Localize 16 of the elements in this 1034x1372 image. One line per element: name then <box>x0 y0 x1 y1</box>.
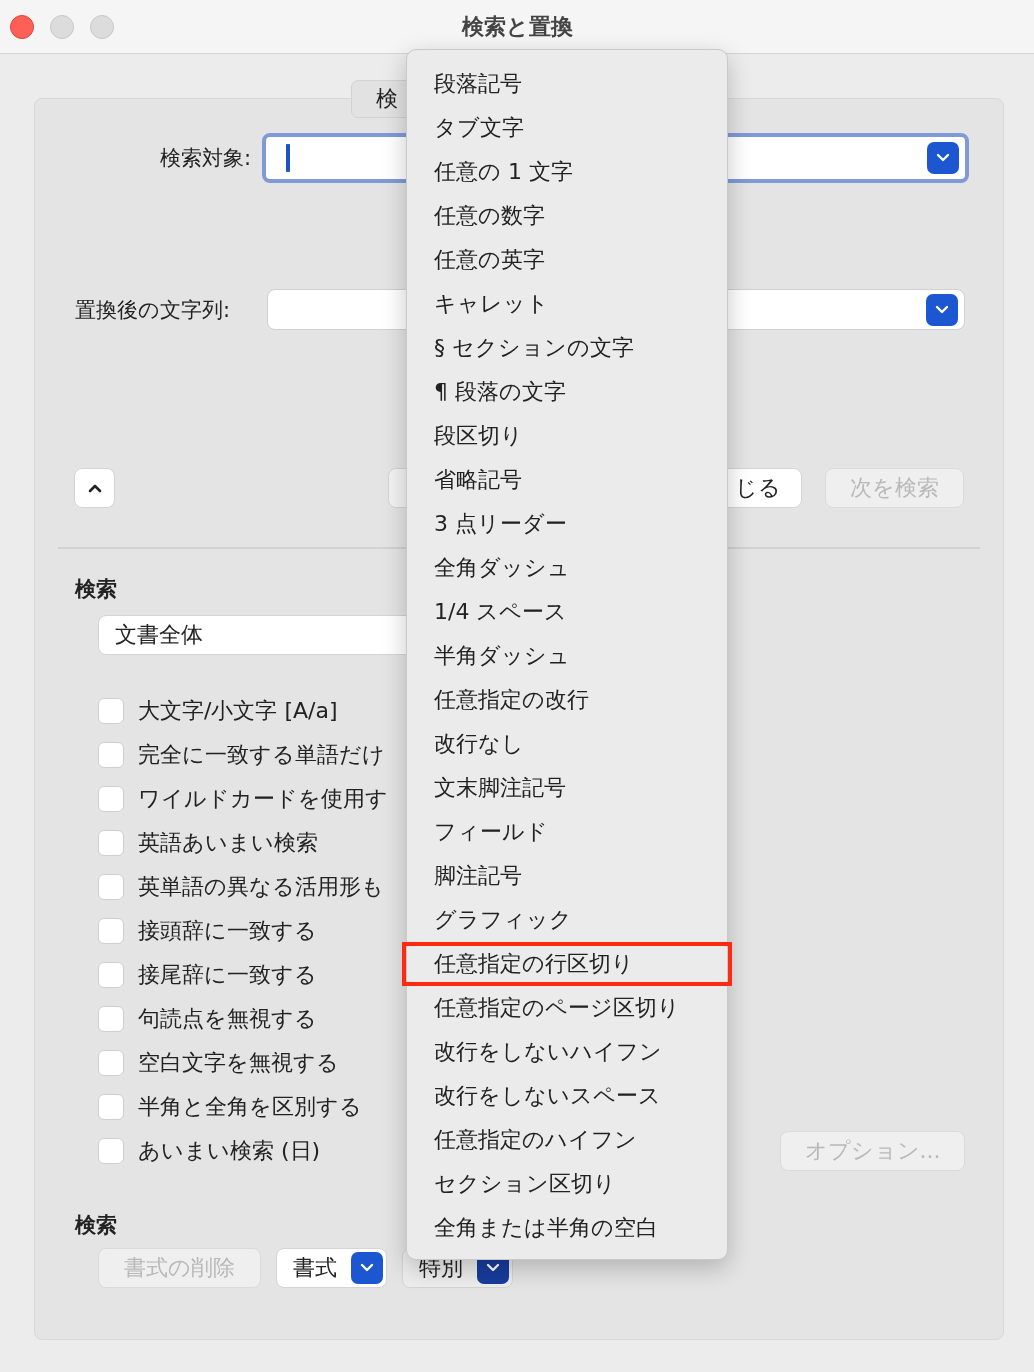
checkbox-label: 接尾辞に一致する <box>138 961 317 989</box>
find-label: 検索対象: <box>158 145 251 172</box>
section-heading: 検索 <box>75 576 117 603</box>
window-title: 検索と置換 <box>461 12 573 41</box>
checkbox-label: 句読点を無視する <box>138 1005 317 1033</box>
checkbox-label: 英単語の異なる活用形も <box>138 873 384 901</box>
checkbox-label: あいまい検索 (日) <box>138 1137 321 1165</box>
checkbox-label: ワイルドカードを使用す <box>138 785 388 813</box>
replace-label: 置換後の文字列: <box>75 296 232 324</box>
checkbox-label: 空白文字を無視する <box>138 1049 339 1077</box>
section-heading: 検索 <box>75 1212 117 1239</box>
checkbox-label: 半角と全角を区別する <box>138 1093 362 1121</box>
checkbox-label: 英語あいまい検索 <box>138 829 318 857</box>
checkbox-label: 大文字/小文字 [A/a] <box>138 697 338 725</box>
checkbox-label: 完全に一致する単語だけ <box>138 741 385 769</box>
checkbox-label: 接頭辞に一致する <box>138 917 317 945</box>
